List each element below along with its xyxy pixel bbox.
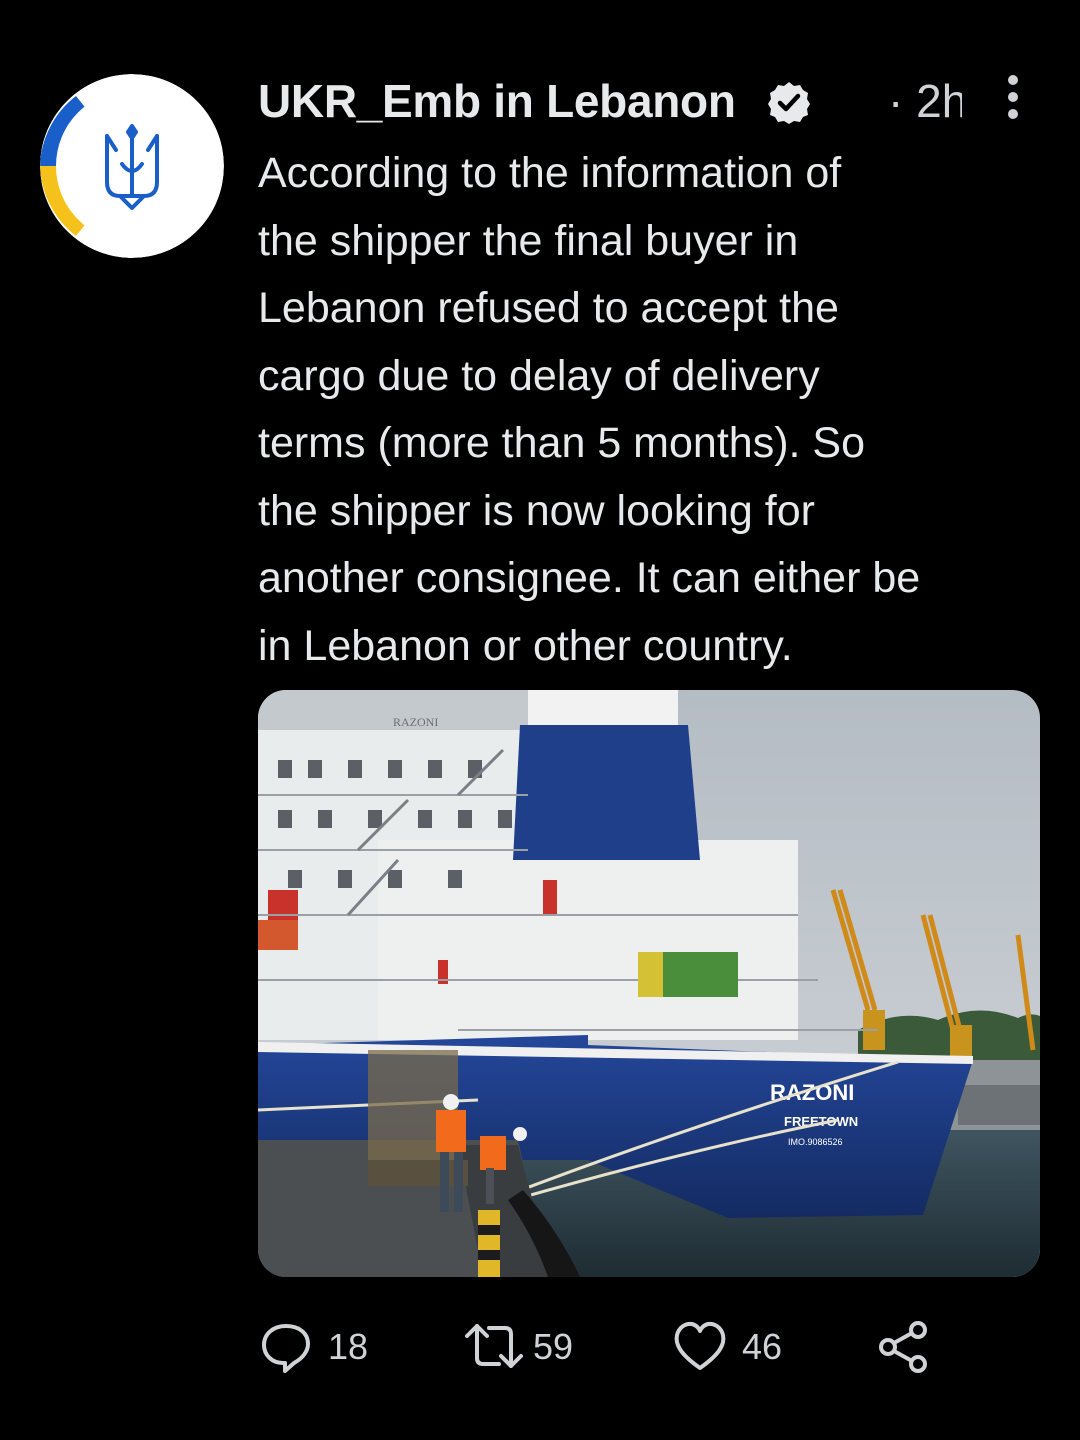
ship-imo-label: IMO.9086526 [788,1137,843,1147]
tweet-text-line: in Lebanon or other country. [258,621,793,670]
timestamp-value: 2h [916,75,962,127]
author-display-name[interactable]: UKR_Emb in Lebanon [258,74,736,128]
reply-button[interactable]: 18 [258,1312,398,1382]
like-count: 46 [742,1326,783,1367]
share-button[interactable] [876,1312,936,1382]
ship-stern-name-label: RAZONI [393,715,438,729]
tweet-card: UKR_Emb in Lebanon · 2h According to the… [0,0,1080,1440]
retweet-count: 59 [533,1326,574,1367]
tweet-text-line: terms (more than 5 months). So [258,419,865,467]
tweet-text-line: According to the information of [258,149,842,197]
verified-badge-icon [768,82,810,124]
ship-port-label: FREETOWN [784,1114,858,1129]
reply-icon [262,1324,310,1373]
tweet-text-line: the shipper the final buyer in [258,216,799,265]
tweet-media-photo[interactable]: RAZONI FREETOWN IMO.9086526 RAZONI [258,690,1040,1277]
tweet-text-line: another consignee. It can either be [258,554,921,602]
reply-count: 18 [328,1326,369,1367]
tweet-text-line: Lebanon refused to accept the [258,284,839,332]
retweet-icon [465,1324,523,1368]
tweet-text-line: the shipper is now looking for [258,486,815,535]
more-vertical-icon[interactable] [1000,72,1026,122]
tweet-text-line: cargo due to delay of delivery [258,351,820,400]
like-button[interactable]: 46 [672,1312,812,1382]
retweet-button[interactable]: 59 [463,1312,603,1382]
ship-name-label: RAZONI [770,1080,854,1105]
tweet-text: According to the information of the ship… [258,140,1058,680]
avatar[interactable] [40,74,224,258]
timestamp-separator: · [888,75,904,127]
tweet-header: UKR_Emb in Lebanon · 2h [258,70,1048,136]
tweet-action-bar: 18 59 46 [258,1312,1038,1382]
share-icon [879,1321,927,1373]
heart-icon [674,1321,726,1370]
tweet-timestamp[interactable]: · 2h [888,74,962,130]
